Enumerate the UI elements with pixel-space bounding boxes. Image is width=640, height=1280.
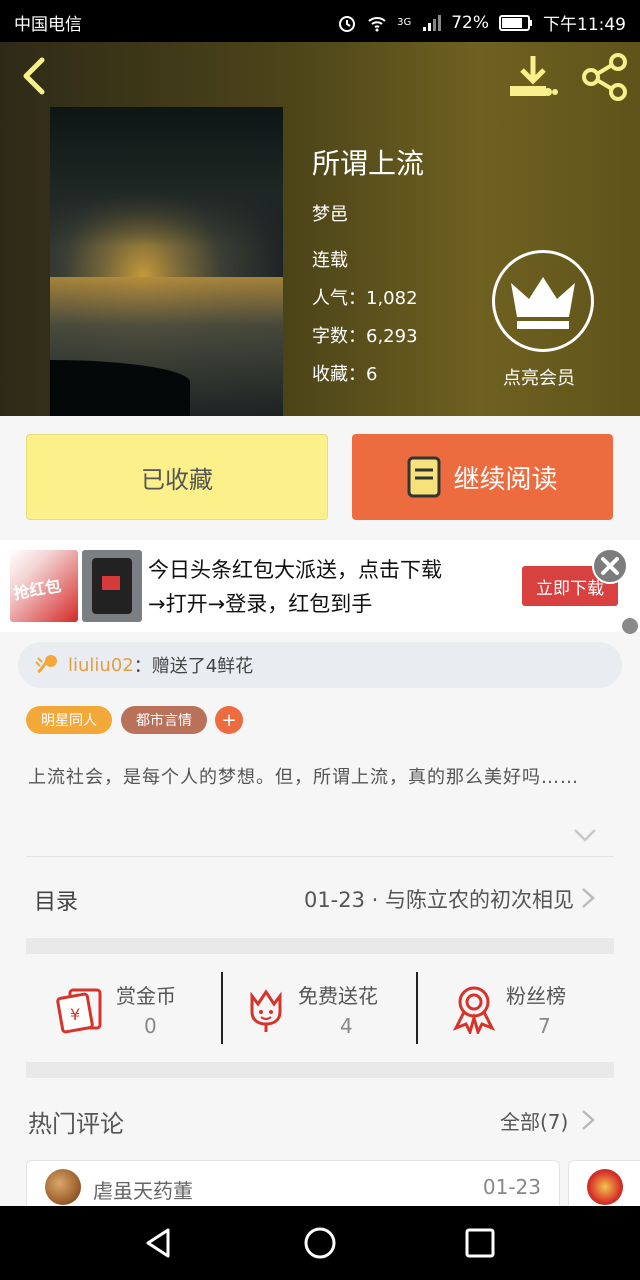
system-navigation-bar (0, 1206, 640, 1280)
signal-icon (423, 14, 442, 31)
gift-user[interactable]: liuliu02 (68, 655, 134, 676)
share-icon[interactable] (580, 52, 630, 102)
stat-label: 粉丝榜 (506, 984, 566, 1008)
book-description: 上流社会，是每个人的梦想。但，所谓上流，真的那么美好吗…… (28, 767, 579, 788)
battery-percent: 72% (451, 12, 489, 33)
status-bar: 中国电信 3G 72% 下午11:49 (0, 0, 640, 42)
stat-value: 0 (144, 1014, 157, 1038)
ad-image-phone (82, 550, 142, 622)
favorited-label: 已收藏 (141, 465, 213, 494)
book-cover[interactable] (50, 107, 283, 416)
download-icon[interactable] (508, 52, 558, 100)
book-status: 连载 (312, 250, 348, 271)
section-separator (26, 938, 614, 954)
red-envelope-icon: ¥ (56, 988, 102, 1034)
free-flower-stat[interactable]: 免费送花 4 (244, 970, 414, 1050)
nav-home-icon[interactable] (303, 1226, 337, 1260)
svg-text:¥: ¥ (70, 1005, 80, 1024)
tag-item[interactable]: 明星同人 (26, 706, 112, 734)
comment-user[interactable]: 虐虽天药董 (93, 1175, 193, 1204)
section-separator (26, 1062, 614, 1078)
chevron-right-icon (582, 888, 595, 908)
gift-message: liuliu02 ：赠送了4鲜花 (18, 642, 622, 688)
ad-text-line2: →打开→登录，红包到手 (148, 592, 373, 616)
avatar[interactable] (587, 1169, 623, 1205)
continue-reading-label: 继续阅读 (453, 464, 558, 495)
all-comments-link[interactable]: 全部(7) (500, 1106, 568, 1135)
stat-label: 赏金币 (116, 984, 176, 1008)
back-arrow-icon[interactable] (14, 54, 58, 98)
chevron-down-icon[interactable] (572, 826, 598, 844)
book-popularity: 人气：1,082 (312, 288, 418, 309)
battery-icon (499, 14, 532, 31)
ad-info-icon[interactable] (622, 618, 638, 634)
chevron-right-icon[interactable] (578, 1108, 598, 1132)
stat-value: 7 (538, 1014, 551, 1038)
stat-divider (416, 972, 418, 1044)
ad-text-line1: 今日头条红包大派送，点击下载 (148, 558, 442, 582)
flower-icon (250, 989, 282, 1032)
continue-reading-button[interactable]: 继续阅读 (352, 434, 613, 520)
toc-label: 目录 (34, 890, 79, 915)
vip-label[interactable]: 点亮会员 (503, 364, 575, 390)
clock: 下午11:49 (543, 15, 626, 35)
ad-image-red-envelope: 抢红包 (10, 550, 78, 622)
book-author[interactable]: 梦邑 (312, 200, 348, 226)
nav-back-icon[interactable] (142, 1226, 176, 1260)
comment-date: 01-23 (482, 1175, 541, 1199)
tag-item[interactable]: 都市言情 (121, 706, 207, 734)
medal-icon (452, 986, 496, 1034)
book-title: 所谓上流 (312, 147, 425, 180)
fan-ranking-stat[interactable]: 粉丝榜 7 (452, 970, 592, 1050)
stat-value: 4 (340, 1014, 353, 1038)
network-type: 3G (397, 17, 412, 28)
gift-text: ：赠送了4鲜花 (133, 656, 254, 677)
book-word-count: 字数：6,293 (312, 326, 418, 347)
ad-close-button[interactable] (592, 548, 628, 584)
latest-chapter: 01-23 · 与陈立农的初次相见 (303, 888, 574, 912)
add-tag-button[interactable]: + (215, 706, 243, 734)
book-header: 所谓上流 梦邑 连载 人气：1,082 字数：6,293 收藏：6 点亮会员 (0, 42, 640, 416)
table-of-contents-row[interactable]: 目录 01-23 · 与陈立农的初次相见 (0, 858, 640, 938)
favorited-button[interactable]: 已收藏 (26, 434, 328, 520)
stat-label: 免费送花 (298, 984, 378, 1008)
reward-coins-stat[interactable]: ¥ 赏金币 0 (56, 970, 216, 1050)
nav-recents-icon[interactable] (463, 1226, 497, 1260)
divider (26, 856, 614, 857)
book-favorites: 收藏：6 (312, 364, 378, 385)
avatar[interactable] (45, 1169, 81, 1205)
close-icon (601, 557, 619, 575)
vip-button[interactable] (492, 250, 594, 352)
alarm-icon (339, 15, 356, 32)
stat-divider (221, 972, 223, 1044)
carrier-name: 中国电信 (14, 15, 82, 35)
crown-icon (511, 277, 575, 329)
wifi-icon (368, 16, 386, 31)
book-icon (407, 456, 441, 498)
gift-flower-icon (35, 655, 57, 674)
ad-banner[interactable]: 抢红包 今日头条红包大派送，点击下载 →打开→登录，红包到手 立即下载 (0, 540, 640, 634)
hot-comments-title: 热门评论 (28, 1110, 124, 1138)
